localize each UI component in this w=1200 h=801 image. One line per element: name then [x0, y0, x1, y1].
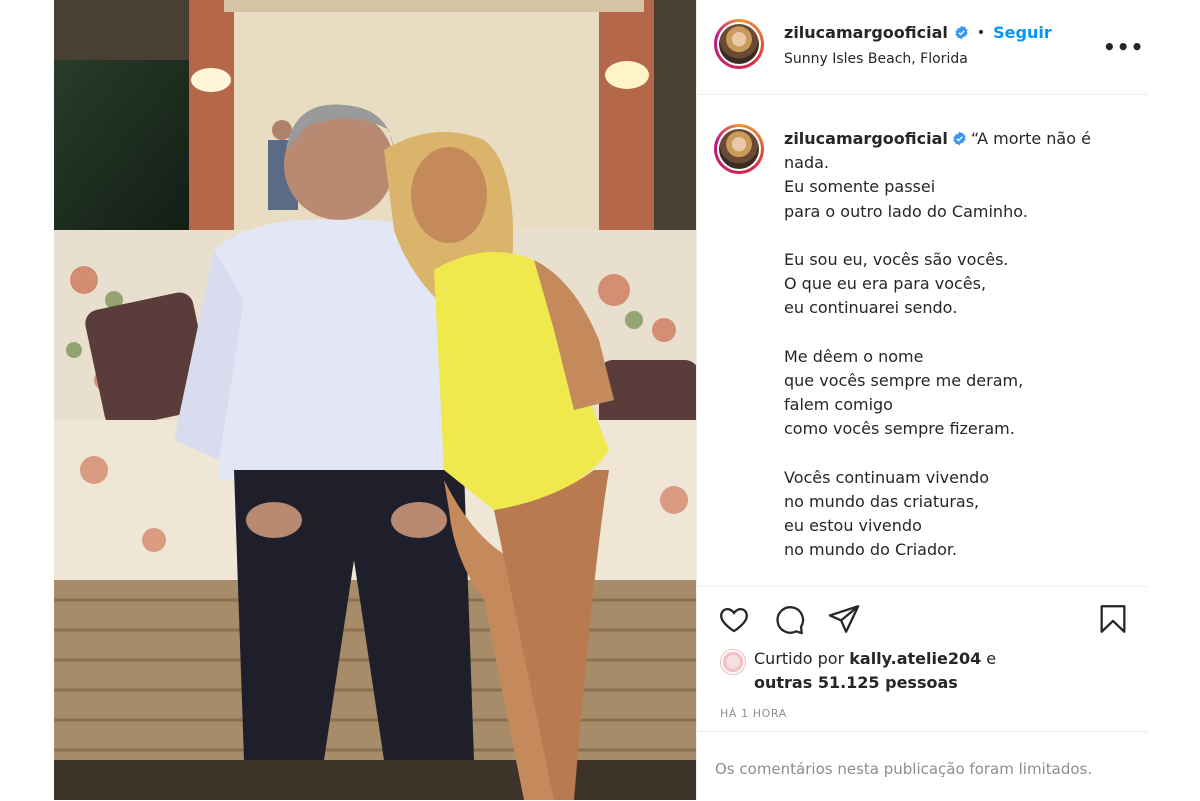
author-username[interactable]: zilucamargooficial	[784, 23, 948, 42]
heart-icon[interactable]	[717, 602, 751, 636]
liker-username[interactable]: kally.atelie204	[849, 649, 981, 668]
verified-badge-icon	[952, 129, 967, 146]
author-line: zilucamargooficial • Seguir	[784, 23, 1052, 42]
comments-limited-text: Os comentários nesta publicação foram li…	[715, 760, 1093, 778]
likes-suffix: e	[981, 649, 997, 668]
post-caption: zilucamargooficial “A morte não é nada. E…	[784, 127, 1114, 563]
post-location[interactable]: Sunny Isles Beach, Florida	[784, 51, 968, 67]
likes-prefix: Curtido por	[754, 649, 850, 668]
caption-author-avatar[interactable]	[714, 124, 764, 174]
caption-username[interactable]: zilucamargooficial	[784, 129, 948, 148]
post-actions: Curtido por kally.atelie204 e outras 51.…	[697, 586, 1148, 732]
likes-count-link[interactable]: outras 51.125 pessoas	[754, 673, 958, 692]
photo-illustration	[54, 0, 696, 800]
post-timestamp[interactable]: HÁ 1 HORA	[720, 707, 787, 720]
likes-text: Curtido por kally.atelie204 e outras 51.…	[754, 647, 996, 695]
comment-icon[interactable]	[772, 602, 806, 636]
verified-badge-icon	[954, 25, 969, 40]
comments-notice: Os comentários nesta publicação foram li…	[697, 731, 1148, 801]
more-options-icon[interactable]: •••	[1103, 37, 1144, 57]
post-header: zilucamargooficial • Seguir Sunny Isles …	[697, 0, 1148, 95]
liker-avatar[interactable]	[720, 649, 746, 675]
follow-button[interactable]: Seguir	[993, 23, 1052, 42]
separator-dot: •	[976, 24, 986, 41]
post-side-panel: zilucamargooficial • Seguir Sunny Isles …	[696, 0, 1148, 800]
bookmark-icon[interactable]	[1096, 602, 1130, 636]
author-avatar[interactable]	[714, 19, 764, 69]
caption-text: “A morte não é nada. Eu somente passei p…	[784, 129, 1091, 560]
caption-section: zilucamargooficial “A morte não é nada. E…	[697, 95, 1148, 585]
likes-summary: Curtido por kally.atelie204 e outras 51.…	[720, 647, 996, 695]
share-icon[interactable]	[827, 602, 861, 636]
post-photo[interactable]	[54, 0, 696, 800]
